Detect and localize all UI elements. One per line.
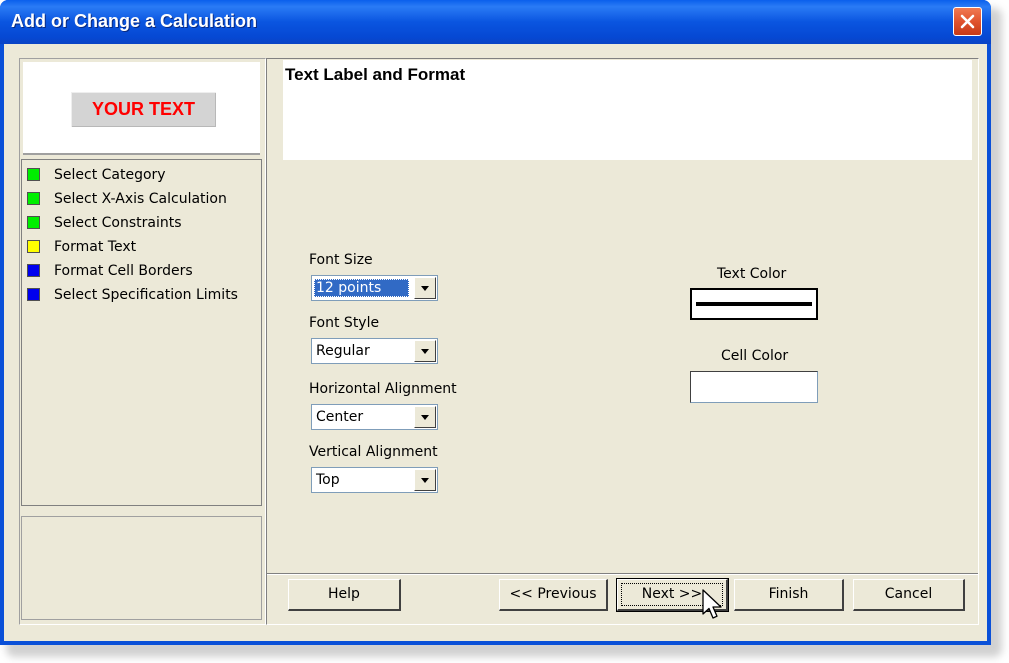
step-label: Format Cell Borders bbox=[54, 263, 193, 279]
step-select-x-axis-calculation[interactable]: Select X-Axis Calculation bbox=[27, 187, 238, 211]
step-header: Text Label and Format bbox=[283, 60, 972, 160]
vertical-alignment-label: Vertical Alignment bbox=[309, 444, 438, 460]
dialog-window: Add or Change a Calculation YOUR TEXT Se… bbox=[0, 0, 991, 645]
step-label: Select Category bbox=[54, 167, 166, 183]
font-style-value: Regular bbox=[316, 343, 370, 359]
horizontal-alignment-select[interactable]: Center bbox=[311, 404, 438, 430]
font-size-value: 12 points bbox=[314, 279, 409, 297]
info-panel bbox=[21, 516, 262, 620]
horizontal-alignment-dropdown-button[interactable] bbox=[414, 406, 436, 428]
help-button[interactable]: Help bbox=[288, 579, 401, 611]
chevron-down-icon bbox=[421, 415, 429, 420]
step-title: Text Label and Format bbox=[285, 65, 466, 84]
status-square-icon bbox=[27, 240, 40, 253]
vertical-alignment-select[interactable]: Top bbox=[311, 467, 438, 493]
horizontal-alignment-value: Center bbox=[316, 409, 364, 425]
font-style-select[interactable]: Regular bbox=[311, 338, 438, 364]
horizontal-alignment-label: Horizontal Alignment bbox=[309, 381, 457, 397]
steps-panel: Select Category Select X-Axis Calculatio… bbox=[21, 159, 262, 506]
status-square-icon bbox=[27, 264, 40, 277]
step-label: Select Specification Limits bbox=[54, 287, 238, 303]
font-size-dropdown-button[interactable] bbox=[414, 277, 436, 299]
text-color-label: Text Color bbox=[717, 266, 787, 282]
status-square-icon bbox=[27, 216, 40, 229]
preview-text: YOUR TEXT bbox=[71, 92, 216, 127]
close-icon bbox=[960, 14, 975, 29]
status-square-icon bbox=[27, 168, 40, 181]
previous-button[interactable]: << Previous bbox=[499, 579, 608, 611]
vertical-alignment-value: Top bbox=[316, 472, 340, 488]
close-button[interactable] bbox=[953, 7, 982, 36]
step-label: Select X-Axis Calculation bbox=[54, 191, 227, 207]
text-color-swatch bbox=[696, 302, 812, 306]
mouse-cursor-icon bbox=[702, 589, 722, 619]
left-pane: YOUR TEXT Select Category Select X-Axis … bbox=[19, 58, 266, 625]
font-size-select[interactable]: 12 points bbox=[311, 275, 438, 301]
step-select-specification-limits[interactable]: Select Specification Limits bbox=[27, 283, 238, 307]
preview-panel: YOUR TEXT bbox=[23, 62, 260, 155]
chevron-down-icon bbox=[421, 349, 429, 354]
dialog-client-area: YOUR TEXT Select Category Select X-Axis … bbox=[4, 44, 987, 641]
step-select-category[interactable]: Select Category bbox=[27, 163, 238, 187]
font-style-label: Font Style bbox=[309, 315, 380, 331]
chevron-down-icon bbox=[421, 478, 429, 483]
finish-button[interactable]: Finish bbox=[734, 579, 844, 611]
cancel-button[interactable]: Cancel bbox=[853, 579, 965, 611]
button-bar-divider bbox=[267, 573, 978, 575]
title-bar[interactable]: Add or Change a Calculation bbox=[0, 0, 991, 44]
window-title: Add or Change a Calculation bbox=[11, 11, 258, 31]
steps-list: Select Category Select X-Axis Calculatio… bbox=[27, 163, 238, 307]
step-format-text[interactable]: Format Text bbox=[27, 235, 238, 259]
right-pane: Text Label and Format Font Size 12 point… bbox=[266, 58, 979, 625]
step-select-constraints[interactable]: Select Constraints bbox=[27, 211, 238, 235]
step-label: Format Text bbox=[54, 239, 137, 255]
font-size-label: Font Size bbox=[309, 252, 373, 268]
status-square-icon bbox=[27, 192, 40, 205]
font-style-dropdown-button[interactable] bbox=[414, 340, 436, 362]
cell-color-label: Cell Color bbox=[721, 348, 789, 364]
cell-color-picker[interactable] bbox=[690, 371, 818, 403]
status-square-icon bbox=[27, 288, 40, 301]
text-color-picker[interactable] bbox=[690, 288, 818, 320]
step-format-cell-borders[interactable]: Format Cell Borders bbox=[27, 259, 238, 283]
step-label: Select Constraints bbox=[54, 215, 182, 231]
chevron-down-icon bbox=[421, 286, 429, 291]
vertical-alignment-dropdown-button[interactable] bbox=[414, 469, 436, 491]
